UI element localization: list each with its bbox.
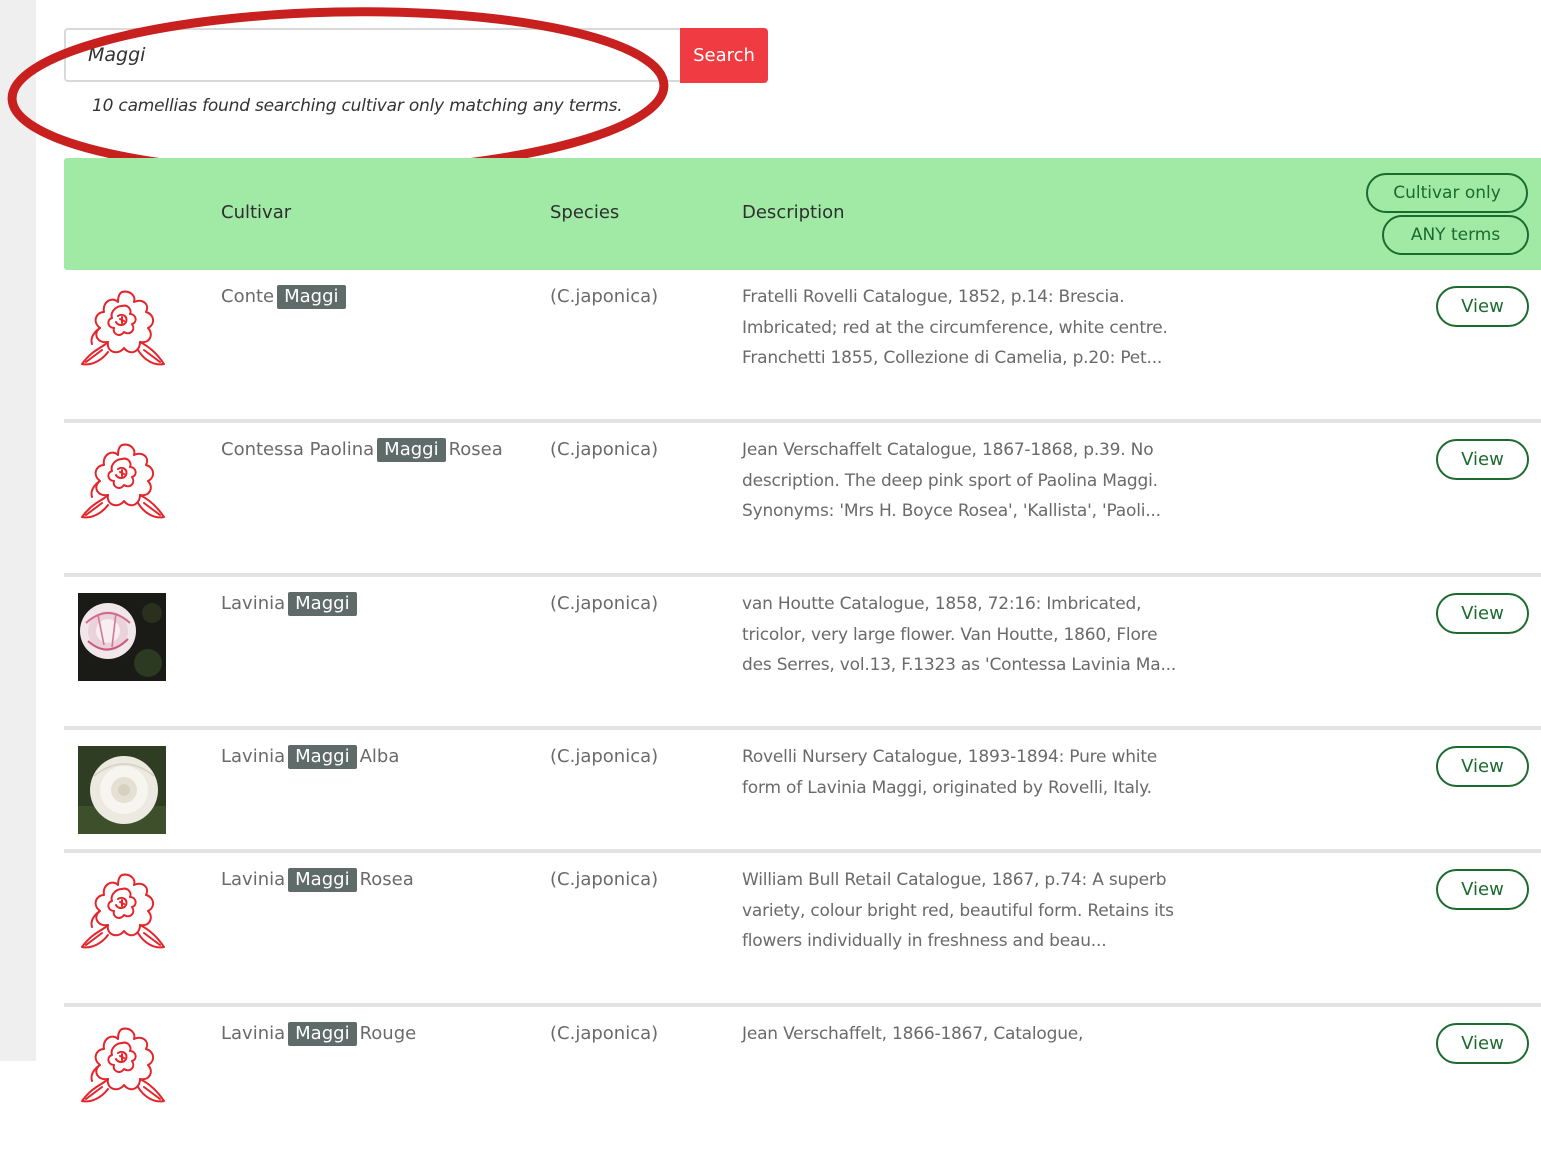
description-cell: Jean Verschaffelt Catalogue, 1867-1868, … <box>742 440 1161 521</box>
column-header-description[interactable]: Description <box>742 202 845 223</box>
cultivar-name-prefix: Lavinia <box>221 1023 286 1044</box>
any-terms-filter-button[interactable]: ANY terms <box>1382 215 1529 255</box>
cultivar-name-prefix: Lavinia <box>221 746 286 767</box>
left-gutter <box>0 0 36 1061</box>
view-button[interactable]: View <box>1436 439 1529 480</box>
description-cell: van Houtte Catalogue, 1858, 72:16: Imbri… <box>742 594 1177 675</box>
cultivar-name[interactable]: Lavinia Maggi Rouge <box>221 1022 417 1046</box>
description-cell: William Bull Retail Catalogue, 1867, p.7… <box>742 870 1174 951</box>
table-row: Lavinia Maggi Rosea (C.japonica) William B… <box>64 853 1541 1007</box>
search-term-highlight: Maggi <box>288 592 357 616</box>
cultivar-name[interactable]: Conte Maggi <box>221 285 349 309</box>
cultivar-name[interactable]: Lavinia Maggi Rosea <box>221 868 414 892</box>
table-row: Conte Maggi (C.japonica) Fratelli Rovelli… <box>64 270 1541 423</box>
cultivar-name-suffix: Rosea <box>448 439 503 460</box>
cultivar-name-prefix: Contessa Paolina <box>221 439 375 460</box>
cultivar-name[interactable]: Lavinia Maggi Alba <box>221 745 400 769</box>
description-cell: Jean Verschaffelt, 1866-1867, Catalogue, <box>742 1024 1084 1044</box>
view-button[interactable]: View <box>1436 746 1529 787</box>
table-header: Cultivar Species Description Cultivar on… <box>64 158 1541 270</box>
search-input[interactable] <box>64 28 680 82</box>
view-button[interactable]: View <box>1436 593 1529 634</box>
cultivar-only-filter-button[interactable]: Cultivar only <box>1366 173 1528 213</box>
cultivar-name-prefix: Conte <box>221 286 275 307</box>
cultivar-name-suffix: Rosea <box>359 869 414 890</box>
search-term-highlight: Maggi <box>288 1022 357 1046</box>
striped-camellia-photo[interactable] <box>78 593 166 681</box>
column-header-species[interactable]: Species <box>550 202 619 223</box>
cultivar-name-prefix: Lavinia <box>221 869 286 890</box>
search-term-highlight: Maggi <box>288 868 357 892</box>
table-row: Lavinia Maggi Rouge (C.japonica) Jean Vers… <box>64 1007 1541 1160</box>
view-button[interactable]: View <box>1436 869 1529 910</box>
species-cell: (C.japonica) <box>550 286 659 307</box>
column-header-cultivar[interactable]: Cultivar <box>221 202 291 223</box>
species-cell: (C.japonica) <box>550 439 659 460</box>
species-cell: (C.japonica) <box>550 1023 659 1044</box>
result-count-text: 10 camellias found searching cultivar on… <box>92 96 623 116</box>
cultivar-name-suffix: Alba <box>359 746 400 767</box>
description-cell: Fratelli Rovelli Catalogue, 1852, p.14: … <box>742 287 1168 368</box>
cultivar-name[interactable]: Contessa Paolina Maggi Rosea <box>221 438 503 462</box>
view-button[interactable]: View <box>1436 1023 1529 1064</box>
camellia-outline-icon[interactable] <box>78 439 166 527</box>
white-camellia-photo[interactable] <box>78 746 166 834</box>
camellia-outline-icon[interactable] <box>78 869 166 957</box>
search-term-highlight: Maggi <box>377 438 446 462</box>
table-row: Lavinia Maggi (C.japonica) van Houtte Cat… <box>64 577 1541 730</box>
cultivar-name-prefix: Lavinia <box>221 593 286 614</box>
table-row: Contessa Paolina Maggi Rosea (C.japonica) … <box>64 423 1541 577</box>
search-button[interactable]: Search <box>680 28 768 83</box>
camellia-outline-icon[interactable] <box>78 1023 166 1111</box>
view-button[interactable]: View <box>1436 286 1529 327</box>
description-cell: Rovelli Nursery Catalogue, 1893-1894: Pu… <box>742 747 1158 798</box>
camellia-outline-icon[interactable] <box>78 286 166 374</box>
species-cell: (C.japonica) <box>550 869 659 890</box>
table-row: Lavinia Maggi Alba (C.japonica) Rovelli Nu… <box>64 730 1541 853</box>
search-term-highlight: Maggi <box>288 745 357 769</box>
species-cell: (C.japonica) <box>550 746 659 767</box>
species-cell: (C.japonica) <box>550 593 659 614</box>
cultivar-name-suffix: Rouge <box>359 1023 417 1044</box>
search-term-highlight: Maggi <box>277 285 346 309</box>
cultivar-name[interactable]: Lavinia Maggi <box>221 592 360 616</box>
